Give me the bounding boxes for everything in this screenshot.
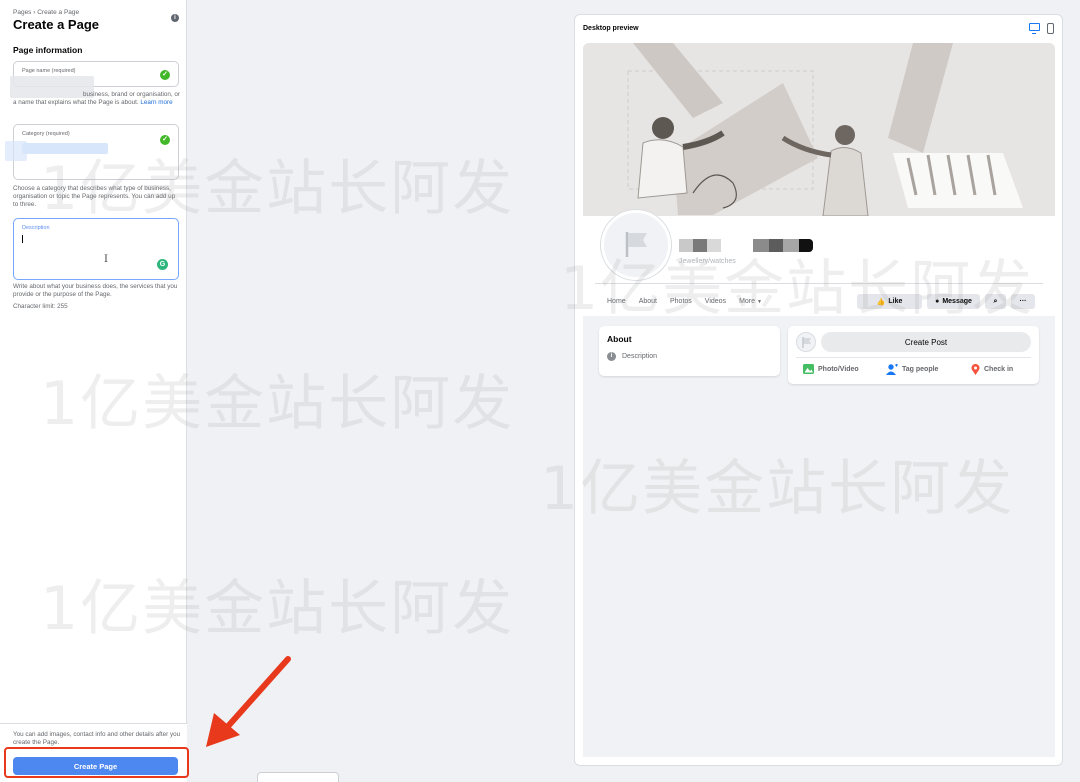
message-button[interactable]: ● Message: [927, 294, 980, 309]
selected-category-chip[interactable]: [22, 143, 108, 154]
like-label: Like: [888, 298, 903, 305]
annotation-arrow-icon: [206, 656, 291, 747]
page-category: Jewellery/watches: [679, 258, 736, 265]
page-title: Create a Page: [13, 17, 99, 32]
annotation-highlight-box: [4, 747, 189, 778]
page-timeline: About i Description Create Post Photo/Vi…: [583, 316, 1055, 757]
tag-people-button[interactable]: Tag people: [886, 364, 938, 375]
redacted-text: [5, 141, 27, 161]
desktop-icon[interactable]: [1029, 23, 1040, 34]
page-tabs: Home About Photos Videos More ▼: [607, 298, 762, 305]
description-helper: Write about what your business does, the…: [13, 283, 178, 299]
bottom-tab[interactable]: [257, 772, 339, 782]
tab-divider: [595, 283, 1043, 284]
description-textarea[interactable]: Description I G: [13, 218, 179, 280]
tab-videos[interactable]: Videos: [705, 298, 726, 305]
photo-icon: [803, 364, 814, 374]
cover-illustration: [583, 43, 1055, 216]
tab-about[interactable]: About: [639, 298, 657, 305]
create-post-button[interactable]: Create Post: [821, 332, 1031, 352]
page-profile-picture[interactable]: [601, 210, 671, 280]
tab-home[interactable]: Home: [607, 298, 626, 305]
section-title: Page information: [13, 45, 83, 55]
check-in-button[interactable]: Check in: [971, 364, 1013, 375]
page-name-label: Page name (required): [22, 68, 76, 74]
flag-icon: [802, 337, 811, 348]
more-icon: ···: [1019, 298, 1027, 305]
divider: [796, 357, 1031, 358]
check-icon: ✓: [160, 135, 170, 145]
text-cursor-icon: I: [104, 254, 108, 265]
page-name-helper: business, brand or organisation, or a na…: [13, 91, 180, 107]
page-header: Jewellery/watches Home About Photos Vide…: [583, 210, 1055, 316]
flag-icon: [625, 232, 647, 257]
tag-people-label: Tag people: [902, 366, 939, 373]
text-caret: [22, 235, 23, 243]
check-in-label: Check in: [984, 366, 1014, 373]
category-label: Category (required): [22, 131, 70, 137]
learn-more-link[interactable]: Learn more: [140, 99, 172, 106]
search-icon: ⌕: [993, 297, 998, 305]
about-description: Description: [622, 353, 658, 360]
like-button[interactable]: 👍 Like: [857, 294, 922, 309]
page-name-redacted: [679, 239, 813, 252]
tab-more-label: More: [739, 298, 756, 305]
preview-title: Desktop preview: [583, 25, 639, 32]
cover-photo: [583, 43, 1055, 216]
grammar-assistant-icon[interactable]: G: [157, 259, 168, 270]
desktop-preview-panel: Desktop preview Jewellery/watches Home A…: [574, 14, 1063, 766]
location-pin-icon: [971, 364, 980, 375]
footer-note: You can add images, contact info and oth…: [13, 731, 181, 746]
tab-photos[interactable]: Photos: [670, 298, 692, 305]
tag-people-icon: [886, 364, 898, 375]
tab-more[interactable]: More ▼: [739, 298, 762, 305]
more-options-button[interactable]: ···: [1011, 294, 1035, 309]
photo-video-button[interactable]: Photo/Video: [803, 364, 859, 374]
category-helper: Choose a category that describes what ty…: [13, 185, 176, 209]
thumbs-up-icon: 👍: [876, 298, 886, 306]
chevron-down-icon: ▼: [756, 299, 762, 305]
preview-toggle: [1029, 23, 1054, 34]
about-card: About i Description: [599, 326, 780, 376]
messenger-icon: ●: [935, 298, 940, 305]
check-icon: ✓: [160, 70, 170, 80]
create-page-sidebar: Pages › Create a Page Create a Page i Pa…: [0, 0, 187, 782]
mobile-icon[interactable]: [1047, 23, 1054, 34]
page-avatar-small: [796, 332, 816, 352]
about-title: About: [607, 334, 632, 344]
character-limit: Character limit: 255: [13, 303, 68, 310]
category-field[interactable]: Category (required) ✓: [13, 124, 179, 180]
info-icon: i: [607, 352, 616, 361]
breadcrumb[interactable]: Pages › Create a Page: [13, 9, 79, 16]
info-icon[interactable]: i: [171, 14, 179, 22]
search-button[interactable]: ⌕: [985, 294, 1006, 309]
message-label: Message: [942, 298, 972, 305]
description-label: Description: [22, 225, 50, 231]
create-post-card: Create Post Photo/Video Tag people Check…: [788, 326, 1039, 384]
photo-video-label: Photo/Video: [818, 365, 859, 373]
